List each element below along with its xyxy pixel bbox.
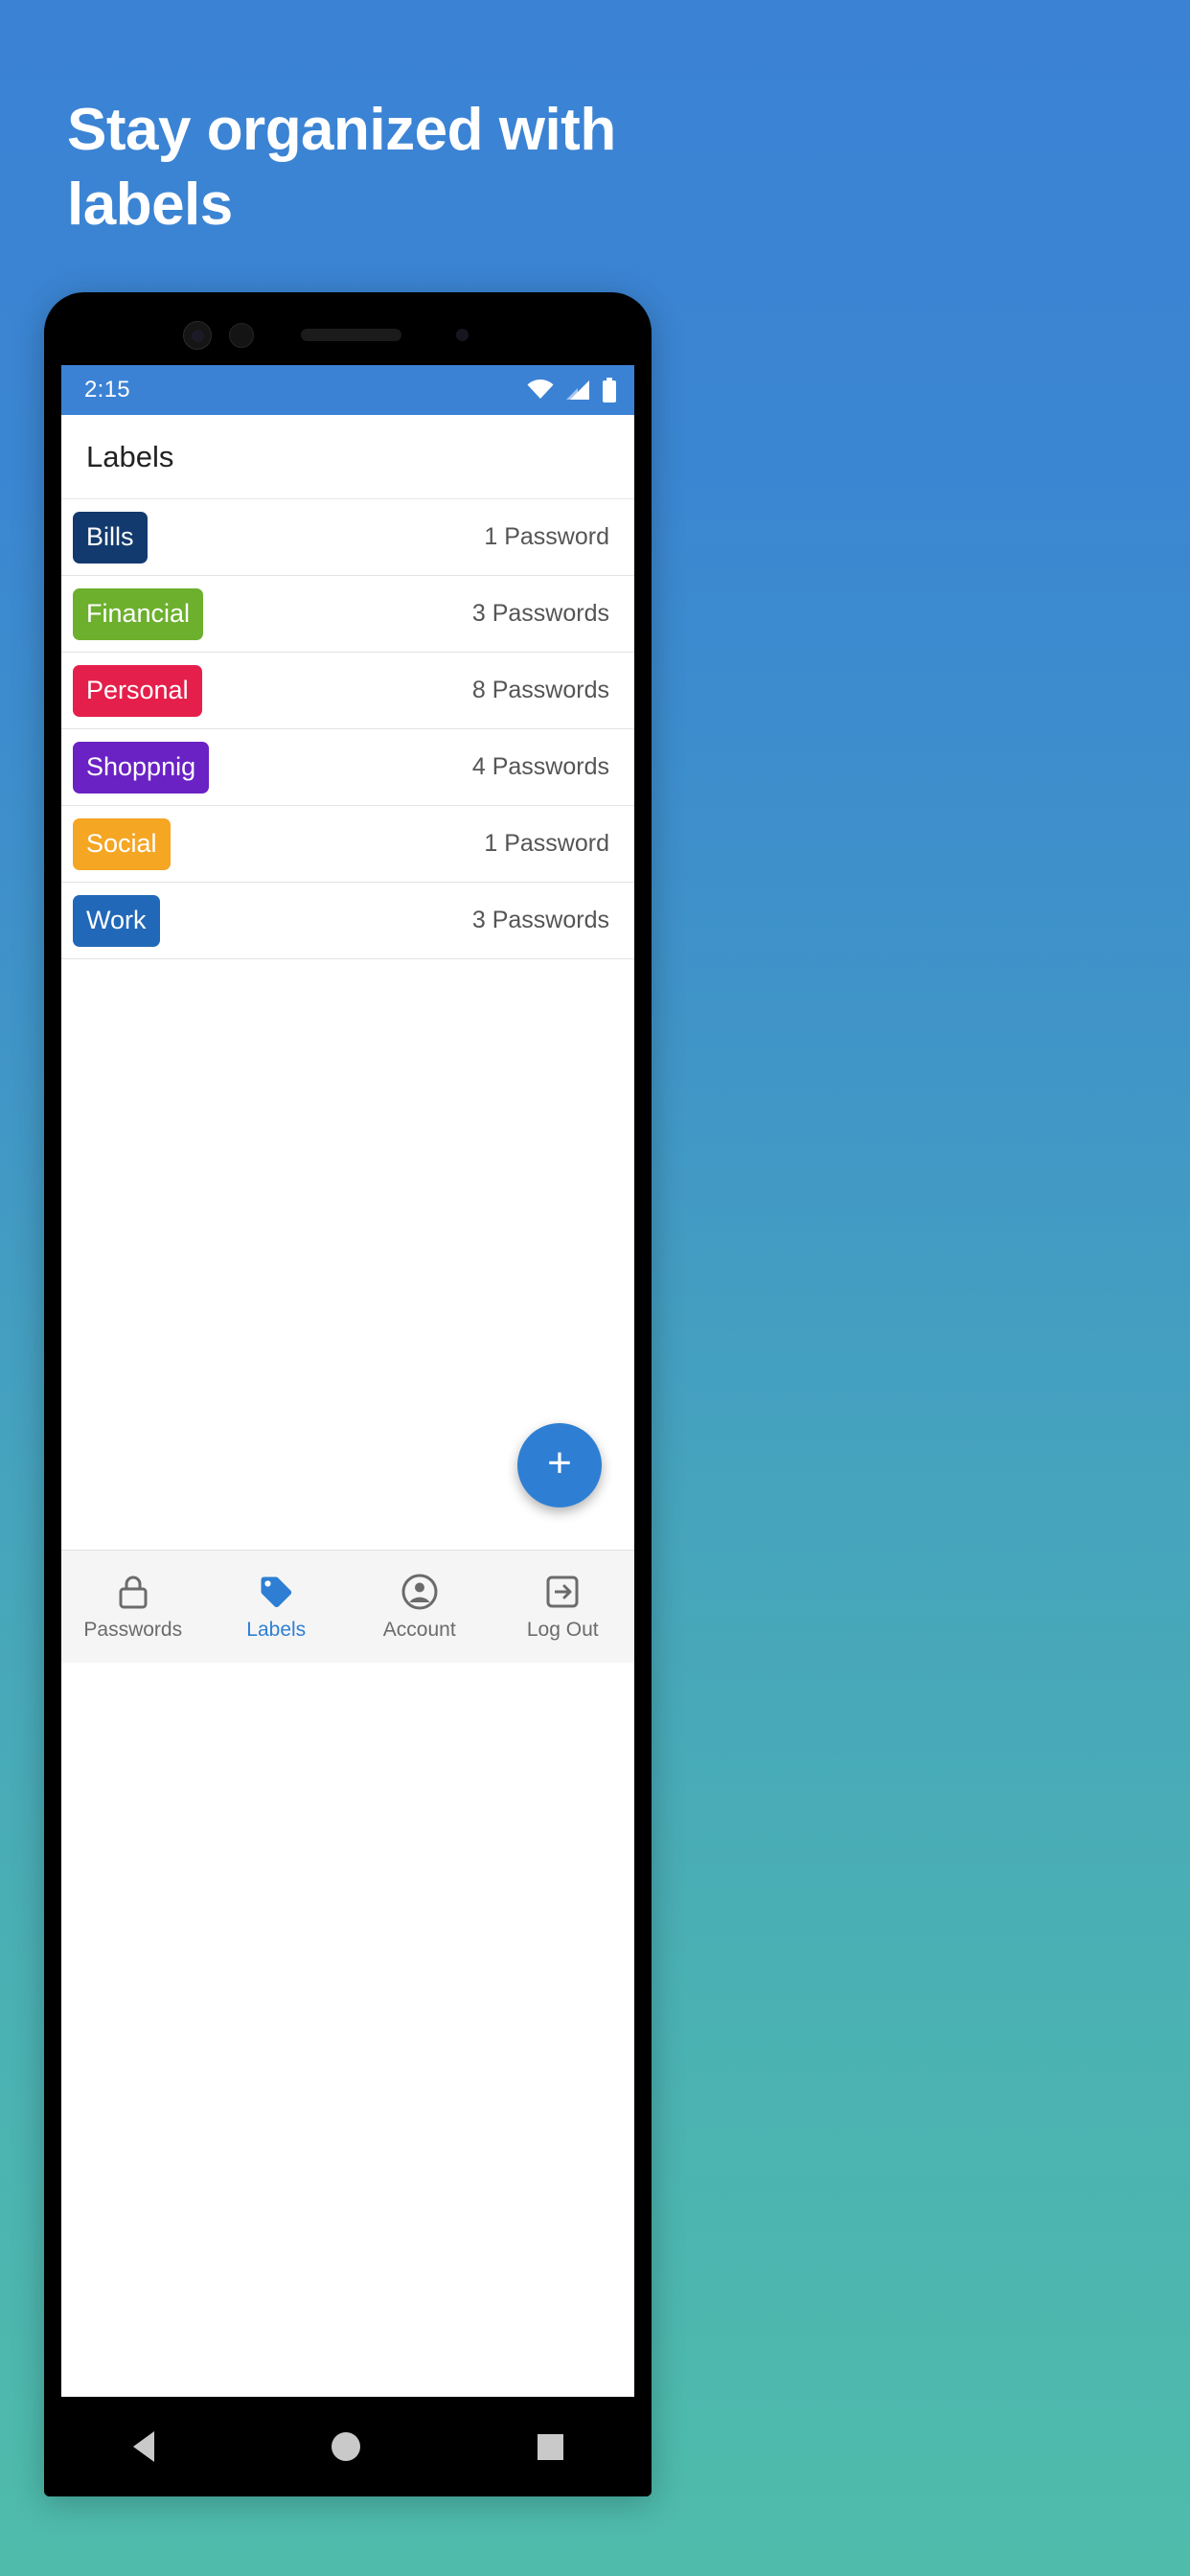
headline-line-2: labels [67, 172, 233, 238]
labels-list: Bills 1 Password Financial 3 Passwords P… [61, 499, 634, 959]
app-bar: Labels [61, 415, 634, 499]
headline-line-1: Stay organized with [67, 97, 616, 163]
table-row[interactable]: Personal 8 Passwords [61, 653, 634, 729]
promo-headline: Stay organized with labels [67, 101, 738, 235]
wifi-icon [527, 380, 554, 399]
nav-label: Log Out [526, 1618, 599, 1641]
phone-screen: 2:15 Labels Bills 1 Password Financial 3… [61, 365, 634, 2397]
recents-square-icon[interactable] [537, 2433, 563, 2460]
label-chip[interactable]: Bills [73, 511, 148, 564]
lock-icon [119, 1576, 148, 1608]
label-password-count: 1 Password [484, 523, 609, 550]
nav-item-logout[interactable]: Log Out [492, 1551, 635, 1663]
table-row[interactable]: Shoppnig 4 Passwords [61, 729, 634, 806]
status-bar-icons [527, 378, 617, 402]
table-row[interactable]: Work 3 Passwords [61, 883, 634, 959]
nav-item-labels[interactable]: Labels [205, 1551, 349, 1663]
table-row[interactable]: Social 1 Password [61, 806, 634, 883]
phone-top-bezel [44, 292, 652, 369]
add-label-button[interactable]: + [517, 1423, 602, 1507]
secondary-camera-icon [229, 323, 254, 348]
label-password-count: 3 Passwords [471, 600, 609, 627]
signal-icon [566, 380, 589, 400]
label-chip[interactable]: Shoppnig [73, 741, 210, 794]
home-circle-icon[interactable] [331, 2432, 360, 2461]
label-password-count: 4 Passwords [471, 753, 609, 780]
battery-icon [603, 378, 616, 402]
nav-item-account[interactable]: Account [348, 1551, 492, 1663]
page-title: Labels [86, 439, 174, 473]
table-row[interactable]: Bills 1 Password [61, 499, 634, 576]
account-circle-icon [401, 1574, 438, 1609]
tag-icon [261, 1576, 292, 1607]
phone-mockup: 2:15 Labels Bills 1 Password Financial 3… [44, 292, 652, 2496]
label-chip[interactable]: Social [73, 817, 171, 870]
nav-label: Account [382, 1618, 456, 1641]
nav-label: Passwords [83, 1618, 183, 1641]
proximity-sensor-icon [456, 329, 469, 341]
label-chip[interactable]: Work [73, 894, 160, 947]
nav-label: Labels [246, 1618, 307, 1641]
label-chip[interactable]: Financial [73, 587, 204, 640]
label-password-count: 1 Password [484, 830, 609, 857]
label-password-count: 8 Passwords [471, 677, 609, 703]
label-chip[interactable]: Personal [73, 664, 202, 717]
nav-item-passwords[interactable]: Passwords [61, 1551, 205, 1663]
plus-icon: + [547, 1439, 572, 1486]
android-system-nav [44, 2397, 652, 2496]
status-bar: 2:15 [61, 365, 634, 415]
bottom-navigation: Passwords Labels Account Log Out [61, 1550, 634, 1663]
label-password-count: 3 Passwords [471, 907, 609, 933]
back-triangle-icon[interactable] [132, 2431, 154, 2462]
list-empty-area: + [61, 959, 634, 1550]
table-row[interactable]: Financial 3 Passwords [61, 576, 634, 653]
logout-icon [546, 1576, 579, 1607]
status-bar-time: 2:15 [84, 377, 130, 402]
earpiece-speaker [301, 329, 401, 341]
front-camera-icon [183, 321, 212, 350]
